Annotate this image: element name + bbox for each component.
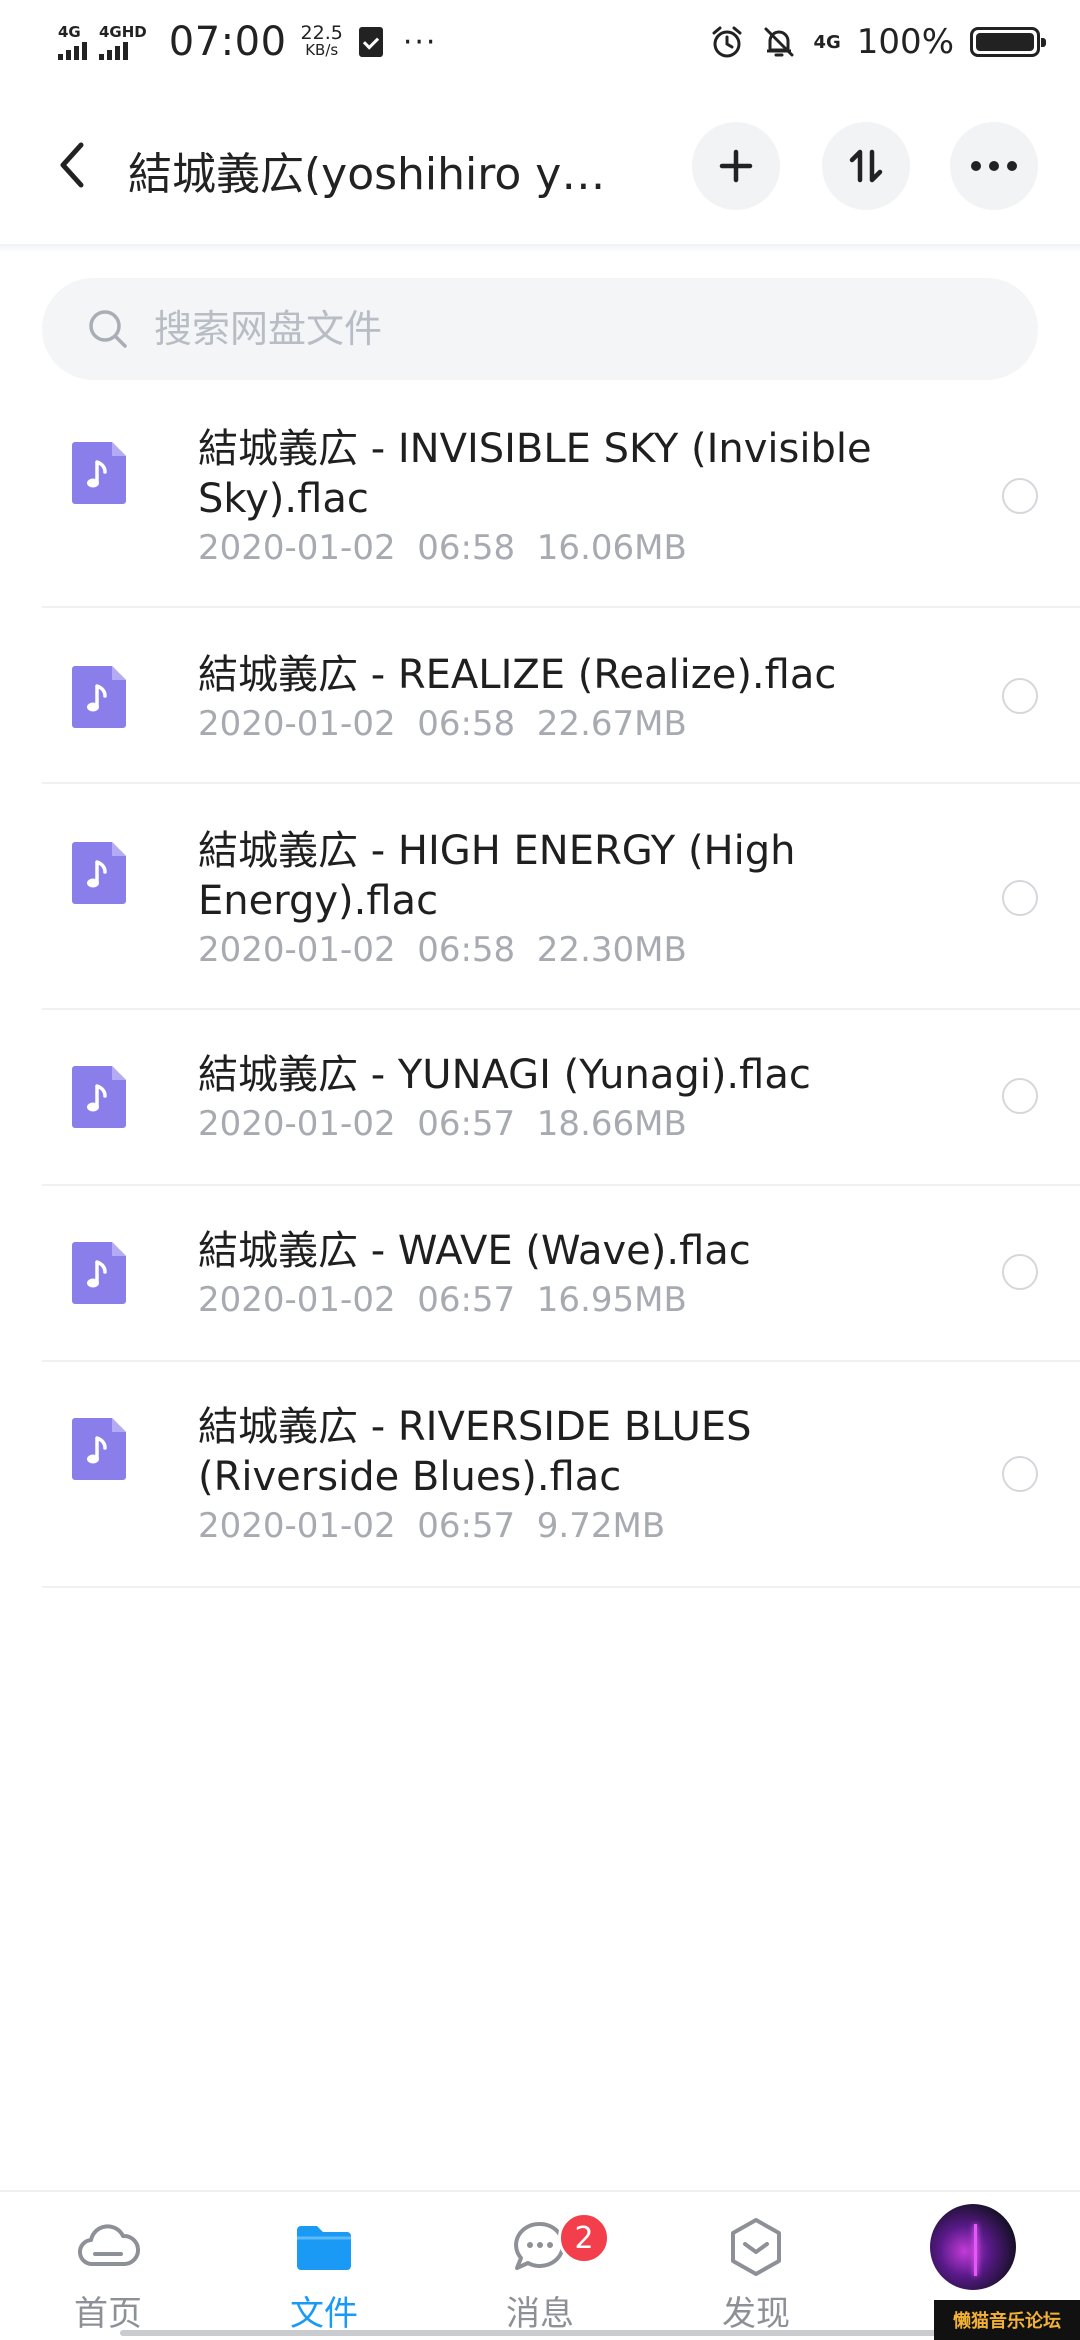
cloud-icon	[78, 2224, 141, 2267]
file-meta: 2020-01-02 06:58 22.30MB	[198, 930, 687, 970]
sort-button[interactable]	[822, 122, 910, 210]
sort-icon	[849, 149, 883, 183]
file-meta: 2020-01-02 06:57 18.66MB	[198, 1104, 687, 1144]
file-meta: 2020-01-02 06:57 9.72MB	[198, 1506, 666, 1546]
select-checkbox[interactable]	[1002, 1078, 1038, 1114]
file-name: 結城義広 - YUNAGI (Yunagi).flac	[198, 1052, 811, 1098]
nav-files[interactable]: 文件	[224, 2206, 424, 2340]
select-checkbox[interactable]	[1002, 678, 1038, 714]
signal-label: 4GHD	[99, 23, 147, 41]
file-meta: 2020-01-02 06:57 16.95MB	[198, 1280, 687, 1320]
file-name: 結城義広 - INVISIBLE SKY (Invisible Sky).fla…	[198, 426, 872, 522]
music-file-icon	[72, 442, 126, 504]
alarm-icon	[712, 26, 742, 58]
battery-icon	[970, 27, 1046, 57]
folder-icon	[297, 2226, 351, 2270]
music-file-icon	[72, 1418, 126, 1480]
signal-icon: 4GHD	[99, 24, 147, 60]
music-file-icon	[72, 666, 126, 728]
network-speed-unit: KB/s	[305, 41, 339, 59]
signal-icon: 4G	[58, 24, 87, 60]
mute-bell-icon	[764, 27, 794, 57]
avatar[interactable]	[930, 2204, 1016, 2290]
gesture-bar[interactable]	[120, 2330, 960, 2336]
search-input[interactable]	[154, 307, 954, 351]
back-button[interactable]	[44, 132, 100, 198]
page-title: 結城義広(yoshihiro y…	[128, 149, 606, 200]
header: 結城義広(yoshihiro y…	[0, 110, 1080, 220]
bottom-nav: 首页 文件 消息 2 发现	[0, 2190, 1080, 2340]
status-more: ···	[402, 24, 438, 60]
message-count-badge: 2	[558, 2212, 610, 2264]
watermark: 懒猫音乐论坛	[934, 2300, 1080, 2340]
network-type: 4G	[813, 31, 841, 53]
nav-discover[interactable]: 发现	[656, 2206, 856, 2340]
more-button[interactable]	[950, 122, 1038, 210]
nav-home[interactable]: 首页	[8, 2206, 208, 2340]
plus-icon	[719, 149, 753, 183]
search-bar[interactable]	[42, 278, 1038, 380]
select-checkbox[interactable]	[1002, 1456, 1038, 1492]
add-button[interactable]	[692, 122, 780, 210]
file-name: 結城義広 - WAVE (Wave).flac	[198, 1228, 751, 1274]
nav-discover-label: 发现	[722, 2294, 790, 2334]
file-row[interactable]: 結城義広 - INVISIBLE SKY (Invisible Sky).fla…	[42, 400, 1080, 608]
file-meta: 2020-01-02 06:58 22.67MB	[198, 704, 687, 744]
file-row[interactable]: 結城義広 - YUNAGI (Yunagi).flac 2020-01-02 0…	[42, 1010, 1080, 1186]
header-divider	[0, 244, 1080, 252]
file-name: 結城義広 - REALIZE (Realize).flac	[198, 652, 837, 698]
clipboard-check-icon	[358, 27, 383, 57]
file-name: 結城義広 - RIVERSIDE BLUES (Riverside Blues)…	[198, 1404, 752, 1500]
music-file-icon	[72, 1066, 126, 1128]
nav-messages-label: 消息	[506, 2294, 574, 2334]
search-icon	[89, 310, 127, 348]
status-bar: 4G 4GHD 07:00 22.5 KB/s ··· 4G 100%	[0, 0, 1080, 84]
discover-icon	[731, 2218, 781, 2276]
file-row[interactable]: 結城義広 - REALIZE (Realize).flac 2020-01-02…	[42, 608, 1080, 784]
more-icon	[971, 161, 1017, 171]
select-checkbox[interactable]	[1002, 1254, 1038, 1290]
screen: 4G 4GHD 07:00 22.5 KB/s ··· 4G 100% 結城義広…	[0, 0, 1080, 2340]
file-name: 結城義広 - HIGH ENERGY (High Energy).flac	[198, 828, 796, 924]
nav-home-label: 首页	[74, 2294, 142, 2334]
nav-messages[interactable]: 消息 2	[440, 2206, 640, 2340]
file-meta: 2020-01-02 06:58 16.06MB	[198, 528, 687, 568]
battery-percent: 100%	[856, 22, 954, 62]
file-list: 結城義広 - INVISIBLE SKY (Invisible Sky).fla…	[0, 400, 1080, 1588]
file-row[interactable]: 結城義広 - RIVERSIDE BLUES (Riverside Blues)…	[42, 1362, 1080, 1588]
file-row[interactable]: 結城義広 - WAVE (Wave).flac 2020-01-02 06:57…	[42, 1186, 1080, 1362]
status-time: 07:00	[168, 19, 287, 65]
music-file-icon	[72, 1242, 126, 1304]
nav-files-label: 文件	[290, 2294, 358, 2334]
select-checkbox[interactable]	[1002, 478, 1038, 514]
chevron-left-icon	[60, 142, 84, 188]
file-row[interactable]: 結城義広 - HIGH ENERGY (High Energy).flac 20…	[42, 784, 1080, 1010]
music-file-icon	[72, 842, 126, 904]
select-checkbox[interactable]	[1002, 880, 1038, 916]
network-speed: 22.5 KB/s	[300, 22, 343, 59]
network-speed-value: 22.5	[300, 22, 343, 44]
signal-label: 4G	[58, 23, 81, 41]
